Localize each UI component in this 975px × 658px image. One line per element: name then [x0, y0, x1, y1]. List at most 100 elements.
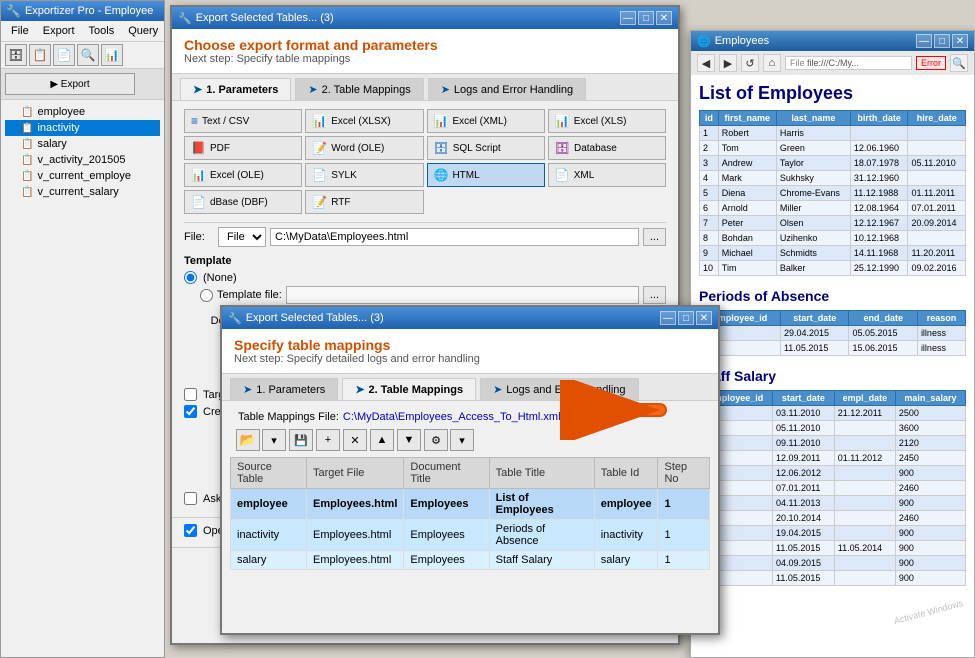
open-dropdown-btn[interactable]: ▾	[262, 429, 286, 451]
toolbar-btn-1[interactable]: 🗄	[5, 44, 27, 66]
fg-tab-parameters[interactable]: ➤ 1. Parameters	[230, 378, 338, 400]
ask-checkbox[interactable]	[184, 492, 197, 505]
browser-refresh-btn[interactable]: ↺	[741, 54, 759, 72]
menu-export[interactable]: Export	[37, 23, 81, 39]
tab-logs[interactable]: ➤ Logs and Error Handling	[428, 78, 586, 100]
template-file-input[interactable]	[286, 286, 639, 304]
move-down-btn[interactable]: ▼	[397, 429, 421, 451]
browser-back-btn[interactable]: ◀	[697, 54, 715, 72]
table-row-employee[interactable]: employee Employees.html Employees List o…	[231, 489, 710, 520]
mappings-table-header: Source Table Target File Document Title …	[231, 458, 710, 489]
tree-item-employee[interactable]: 📋 employee	[5, 104, 160, 120]
tree-item-v-current-salary[interactable]: 📋 v_current_salary	[5, 184, 160, 200]
template-browse-button[interactable]: ...	[643, 286, 666, 304]
more-dropdown-btn[interactable]: ▾	[450, 429, 474, 451]
template-label: Template	[184, 255, 666, 267]
move-up-btn[interactable]: ▲	[370, 429, 394, 451]
dialog-bg-close[interactable]: ✕	[656, 11, 672, 25]
list-item: 04.11.2013900	[700, 496, 966, 511]
dialog-bg-minimize[interactable]: —	[620, 11, 636, 25]
open-folder-btn[interactable]: 📂	[236, 429, 260, 451]
toolbar-btn-5[interactable]: 📊	[101, 44, 123, 66]
col-firstname: first_name	[718, 111, 776, 126]
format-html[interactable]: 🌐 HTML	[427, 163, 545, 187]
preview-section3-title: Staff Salary	[699, 368, 966, 384]
list-item: 20.10.20142460	[700, 511, 966, 526]
dialog-bg-header: Choose export format and parameters Next…	[172, 29, 678, 74]
dialog-fg-minimize[interactable]: —	[660, 311, 676, 325]
create-checkbox[interactable]	[184, 405, 197, 418]
browser-error-badge: Error	[916, 56, 946, 70]
template-file-radio[interactable]	[200, 289, 213, 302]
dialog-fg-restore[interactable]: □	[678, 311, 694, 325]
format-excel-xls[interactable]: 📊 Excel (XLS)	[548, 109, 666, 133]
col-source-table: Source Table	[231, 458, 307, 489]
template-file-label: Template file:	[217, 289, 282, 301]
format-sylk[interactable]: 📄 SYLK	[305, 163, 423, 187]
browser-close[interactable]: ✕	[952, 34, 968, 48]
app-title: Exportizer Pro - Employee	[25, 5, 153, 17]
open-target-checkbox[interactable]	[184, 524, 197, 537]
toolbar-btn-3[interactable]: 📄	[53, 44, 75, 66]
dialog-fg-close[interactable]: ✕	[696, 311, 712, 325]
row-inactivity-id: inactivity	[594, 520, 658, 551]
table-row-inactivity[interactable]: inactivity Employees.html Employees Peri…	[231, 520, 710, 551]
format-rtf[interactable]: 📝 RTF	[305, 190, 423, 214]
delete-row-btn[interactable]: ✕	[343, 429, 367, 451]
list-item: 2TomGreen12.06.1960	[700, 141, 966, 156]
preview-titlebar: 🌐 Employees — □ ✕	[691, 31, 974, 51]
dialog-bg-restore[interactable]: □	[638, 11, 654, 25]
tree-icon-v-activity: 📋	[21, 155, 33, 166]
template-section: Template (None) Template file: ...	[184, 255, 666, 304]
browse-button[interactable]: ...	[643, 228, 666, 246]
browser-home-btn[interactable]: ⌂	[763, 54, 781, 72]
tree-item-salary[interactable]: 📋 salary	[5, 136, 160, 152]
format-word-ole[interactable]: 📝 Word (OLE)	[305, 136, 423, 160]
list-item: 10TimBalker25.12.199009.02.2016	[700, 261, 966, 276]
add-row-btn[interactable]: +	[316, 429, 340, 451]
more-btn[interactable]: ⚙	[424, 429, 448, 451]
dialog-bg-header-subtitle: Next step: Specify table mappings	[184, 53, 666, 65]
table-row-salary[interactable]: salary Employees.html Employees Staff Sa…	[231, 551, 710, 570]
target-checkbox[interactable]	[184, 388, 197, 401]
tab-arrow-2: ➤	[308, 83, 317, 96]
format-xml[interactable]: 📄 XML	[548, 163, 666, 187]
col-table-title: Table Title	[489, 458, 594, 489]
row-inactivity-doc: Employees	[404, 520, 489, 551]
format-excel-xlsx[interactable]: 📊 Excel (XLSX)	[305, 109, 423, 133]
format-database[interactable]: 🗄 Database	[548, 136, 666, 160]
preview-salary-header: employee_id start_date empl_date main_sa…	[700, 391, 966, 406]
tree-item-v-current-employe[interactable]: 📋 v_current_employe	[5, 168, 160, 184]
fg-tab-mappings[interactable]: ➤ 2. Table Mappings	[342, 378, 476, 400]
tree-item-inactivity[interactable]: 📋 inactivity	[5, 120, 160, 136]
format-sql[interactable]: 🗄 SQL Script	[427, 136, 545, 160]
browser-forward-btn[interactable]: ▶	[719, 54, 737, 72]
fg-tab-logs[interactable]: ➤ Logs and Error Handling	[480, 378, 638, 400]
browser-search-btn[interactable]: 🔍	[950, 54, 968, 72]
file-type-select[interactable]: File	[218, 227, 266, 247]
browser-minimize[interactable]: —	[916, 34, 932, 48]
list-item: 419.04.2015900	[700, 526, 966, 541]
template-none-radio[interactable]	[184, 271, 197, 284]
template-file-row: Template file: ...	[184, 286, 666, 304]
dialog-fg-tabs: ➤ 1. Parameters ➤ 2. Table Mappings ➤ Lo…	[222, 374, 718, 401]
save-btn[interactable]: 💾	[289, 429, 313, 451]
toolbar-btn-2[interactable]: 📋	[29, 44, 51, 66]
format-pdf[interactable]: 📕 PDF	[184, 136, 302, 160]
tab-table-mappings[interactable]: ➤ 2. Table Mappings	[295, 78, 423, 100]
format-excel-xml[interactable]: 📊 Excel (XML)	[427, 109, 545, 133]
menu-query[interactable]: Query	[122, 23, 164, 39]
tab-parameters[interactable]: ➤ 1. Parameters	[180, 78, 291, 100]
menu-file[interactable]: File	[5, 23, 35, 39]
toolbar-btn-4[interactable]: 🔍	[77, 44, 99, 66]
tree-item-v-activity[interactable]: 📋 v_activity_201505	[5, 152, 160, 168]
file-path-input[interactable]	[270, 228, 639, 246]
menu-tools[interactable]: Tools	[83, 23, 121, 39]
browser-maximize[interactable]: □	[934, 34, 950, 48]
format-dbase[interactable]: 📄 dBase (DBF)	[184, 190, 302, 214]
format-icon-html: 🌐	[434, 168, 449, 182]
export-toolbar-btn[interactable]: ▶ Export	[5, 73, 135, 95]
browser-chrome: ◀ ▶ ↺ ⌂ File file:///C:/My... Error 🔍	[691, 51, 974, 75]
format-excel-ole[interactable]: 📊 Excel (OLE)	[184, 163, 302, 187]
format-text-csv[interactable]: ≡ Text / CSV	[184, 109, 302, 133]
